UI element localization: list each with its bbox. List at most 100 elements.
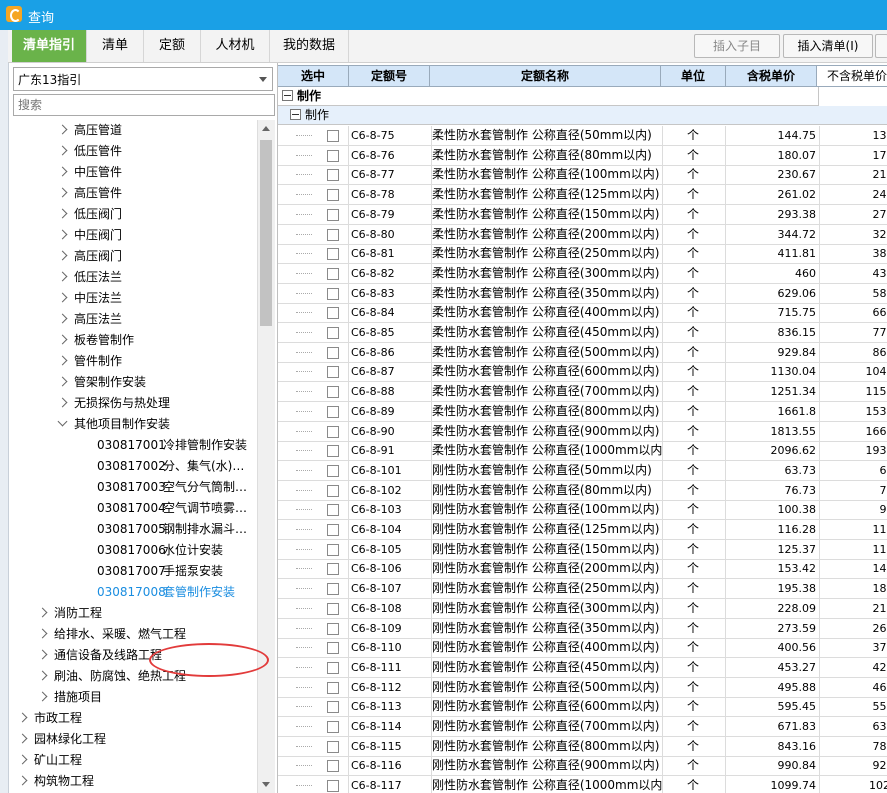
chevron-right-icon[interactable] xyxy=(37,628,48,639)
chevron-down-icon[interactable] xyxy=(57,416,68,427)
tree-item[interactable]: 高压法兰 xyxy=(57,309,122,330)
header-select[interactable]: 选中 xyxy=(278,66,349,86)
table-row[interactable]: C6-8-111刚性防水套管制作 公称直径(450mm以内)个453.27426… xyxy=(278,657,887,678)
table-row[interactable]: C6-8-102刚性防水套管制作 公称直径(80mm以内)个76.7372. xyxy=(278,480,887,501)
table-row[interactable]: C6-8-78柔性防水套管制作 公称直径(125mm以内)个261.02247. xyxy=(278,185,887,206)
chevron-right-icon[interactable] xyxy=(57,250,68,261)
table-row[interactable]: C6-8-77柔性防水套管制作 公称直径(100mm以内)个230.67218. xyxy=(278,165,887,186)
row-checkbox[interactable] xyxy=(327,405,339,418)
row-checkbox[interactable] xyxy=(327,445,339,458)
tree-item[interactable]: 消防工程 xyxy=(37,603,102,624)
tree-item[interactable]: 市政工程 xyxy=(17,708,82,729)
tree-item[interactable]: 园林绿化工程 xyxy=(17,729,106,750)
tree-item[interactable]: 高压阀门 xyxy=(57,246,122,267)
row-checkbox[interactable] xyxy=(327,464,339,477)
group-row-level2[interactable]: 制作 xyxy=(278,106,887,125)
table-row[interactable]: C6-8-101刚性防水套管制作 公称直径(50mm以内)个63.7360. xyxy=(278,460,887,481)
tab-my-data[interactable]: 我的数据 xyxy=(270,30,349,62)
table-row[interactable]: C6-8-104刚性防水套管制作 公称直径(125mm以内)个116.28110… xyxy=(278,520,887,540)
row-checkbox[interactable] xyxy=(327,622,339,635)
table-row[interactable]: C6-8-83柔性防水套管制作 公称直径(350mm以内)个629.06585. xyxy=(278,283,887,304)
row-checkbox[interactable] xyxy=(327,366,339,379)
table-row[interactable]: C6-8-81柔性防水套管制作 公称直径(250mm以内)个411.81388. xyxy=(278,244,887,265)
tree-item[interactable]: 030817007手摇泵安装 xyxy=(97,561,223,582)
row-checkbox[interactable] xyxy=(327,740,339,753)
chevron-right-icon[interactable] xyxy=(17,775,28,786)
tree-item[interactable]: 矿山工程 xyxy=(17,750,82,771)
row-checkbox[interactable] xyxy=(327,208,339,221)
insert-child-button[interactable]: 插入子目 xyxy=(694,34,780,58)
table-row[interactable]: C6-8-80柔性防水套管制作 公称直径(200mm以内)个344.72326. xyxy=(278,224,887,245)
table-row[interactable]: C6-8-109刚性防水套管制作 公称直径(350mm以内)个273.59261… xyxy=(278,618,887,639)
chevron-right-icon[interactable] xyxy=(57,334,68,345)
tree-scrollbar[interactable] xyxy=(257,120,275,793)
tree-item[interactable]: 中压管件 xyxy=(57,162,122,183)
search-input[interactable] xyxy=(13,94,275,116)
row-checkbox[interactable] xyxy=(327,701,339,714)
scroll-up-icon[interactable] xyxy=(262,126,270,131)
tree-item[interactable]: 通信设备及线路工程 xyxy=(37,645,162,666)
chevron-right-icon[interactable] xyxy=(57,124,68,135)
chevron-right-icon[interactable] xyxy=(57,166,68,177)
chevron-right-icon[interactable] xyxy=(57,271,68,282)
tree-item[interactable]: 030817008套管制作安装 xyxy=(97,582,235,603)
chevron-right-icon[interactable] xyxy=(37,649,48,660)
table-row[interactable]: C6-8-108刚性防水套管制作 公称直径(300mm以内)个228.09217… xyxy=(278,598,887,619)
chevron-right-icon[interactable] xyxy=(57,292,68,303)
table-row[interactable]: C6-8-110刚性防水套管制作 公称直径(400mm以内)个400.56376… xyxy=(278,638,887,659)
row-checkbox[interactable] xyxy=(327,130,339,142)
tree-item[interactable]: 高压管道 xyxy=(57,120,122,141)
row-checkbox[interactable] xyxy=(327,287,339,300)
table-row[interactable]: C6-8-105刚性防水套管制作 公称直径(150mm以内)个125.37119… xyxy=(278,539,887,560)
table-row[interactable]: C6-8-112刚性防水套管制作 公称直径(500mm以内)个495.88465… xyxy=(278,677,887,698)
chevron-right-icon[interactable] xyxy=(57,145,68,156)
chevron-right-icon[interactable] xyxy=(57,376,68,387)
row-checkbox[interactable] xyxy=(327,563,339,576)
collapse-icon[interactable] xyxy=(290,109,301,120)
row-checkbox[interactable] xyxy=(327,149,339,162)
chevron-right-icon[interactable] xyxy=(37,670,48,681)
chevron-right-icon[interactable] xyxy=(57,187,68,198)
row-checkbox[interactable] xyxy=(327,642,339,655)
header-price-tax[interactable]: 含税单价 xyxy=(726,66,817,86)
chevron-right-icon[interactable] xyxy=(37,691,48,702)
table-row[interactable]: C6-8-107刚性防水套管制作 公称直径(250mm以内)个195.38186… xyxy=(278,579,887,600)
tree-item[interactable]: 030817004空气调节喷雾… xyxy=(97,498,247,519)
row-checkbox[interactable] xyxy=(327,780,339,793)
row-checkbox[interactable] xyxy=(327,267,339,280)
row-checkbox[interactable] xyxy=(327,248,339,261)
tree-item[interactable]: 030817001冷排管制作安装 xyxy=(97,435,247,456)
row-checkbox[interactable] xyxy=(327,189,339,202)
tab-list-guide[interactable]: 清单指引 xyxy=(12,30,87,62)
tree-item[interactable]: 构筑物工程 xyxy=(17,771,94,792)
row-checkbox[interactable] xyxy=(327,307,339,320)
table-row[interactable]: C6-8-79柔性防水套管制作 公称直径(150mm以内)个293.38279. xyxy=(278,204,887,225)
header-quota-name[interactable]: 定额名称 xyxy=(430,66,661,86)
chevron-right-icon[interactable] xyxy=(57,313,68,324)
tree-item[interactable]: 低压法兰 xyxy=(57,267,122,288)
chevron-right-icon[interactable] xyxy=(57,355,68,366)
tree-item[interactable]: 030817002分、集气(水)… xyxy=(97,456,244,477)
table-row[interactable]: C6-8-76柔性防水套管制作 公称直径(80mm以内)个180.07171. xyxy=(278,145,887,166)
table-row[interactable]: C6-8-85柔性防水套管制作 公称直径(450mm以内)个836.15777. xyxy=(278,323,887,343)
tree-item[interactable]: 低压管件 xyxy=(57,141,122,162)
row-checkbox[interactable] xyxy=(327,543,339,556)
tab-quota[interactable]: 定额 xyxy=(144,30,201,62)
header-quota-code[interactable]: 定额号 xyxy=(349,66,430,86)
chevron-right-icon[interactable] xyxy=(17,733,28,744)
row-checkbox[interactable] xyxy=(327,602,339,615)
table-row[interactable]: C6-8-103刚性防水套管制作 公称直径(100mm以内)个100.3895. xyxy=(278,500,887,521)
row-checkbox[interactable] xyxy=(327,504,339,517)
row-checkbox[interactable] xyxy=(327,228,339,241)
chevron-right-icon[interactable] xyxy=(17,754,28,765)
row-checkbox[interactable] xyxy=(327,760,339,773)
group-row-level1[interactable]: 制作 xyxy=(278,87,819,106)
tree-scrollbar-thumb[interactable] xyxy=(260,140,272,326)
tab-labor-material-machine[interactable]: 人材机 xyxy=(201,30,270,62)
table-row[interactable]: C6-8-91 柔性防水套管制作 公称直径(1000mm以内) 个 2096.62 19… xyxy=(278,441,887,462)
more-button[interactable] xyxy=(875,34,887,58)
row-checkbox[interactable] xyxy=(327,524,339,536)
table-row[interactable]: C6-8-114刚性防水套管制作 公称直径(700mm以内)个671.83630… xyxy=(278,717,887,737)
scroll-down-icon[interactable] xyxy=(262,782,270,787)
table-row[interactable]: C6-8-115刚性防水套管制作 公称直径(800mm以内)个843.16789… xyxy=(278,736,887,757)
